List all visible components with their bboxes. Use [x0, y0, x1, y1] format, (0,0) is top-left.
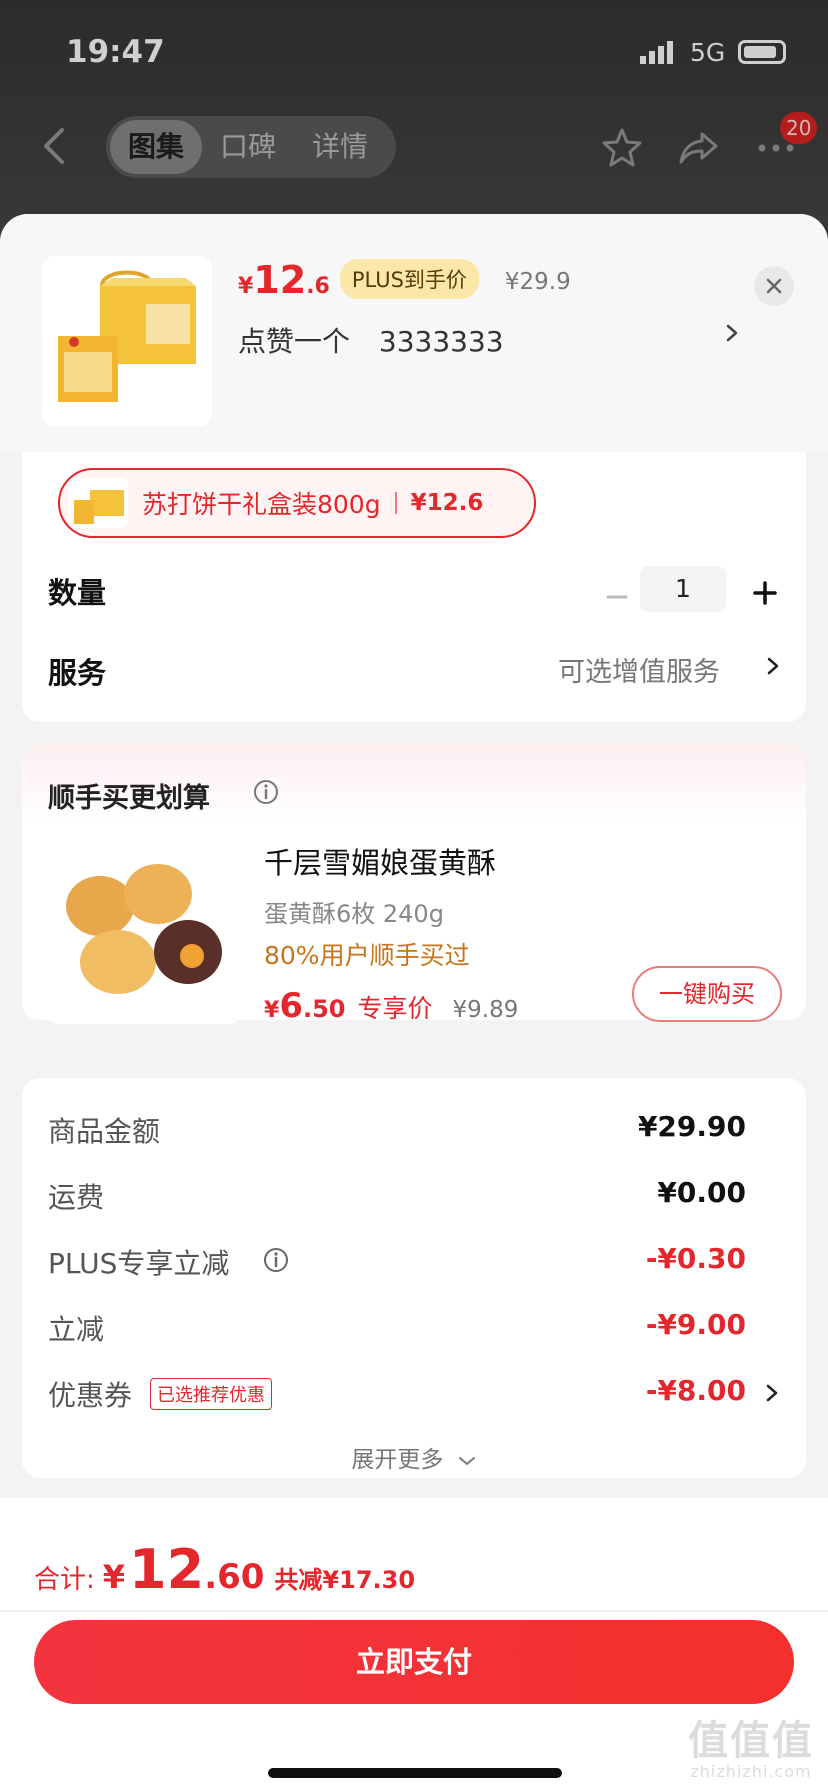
watermark-site: zhizhizhi.com — [690, 1762, 812, 1781]
addon-title: 顺手买更划算 — [48, 783, 210, 814]
battery-icon — [738, 40, 786, 64]
plus-price-badge: PLUS到手价 — [339, 259, 479, 299]
addon-product-image[interactable] — [48, 834, 238, 1024]
price-row: ¥12.6 PLUS到手价 ¥29.9 — [238, 258, 571, 305]
addon-price-currency: ¥ — [264, 998, 280, 1023]
product-thumbnail — [42, 256, 212, 426]
total-label: 合计: — [34, 1565, 95, 1595]
share-icon[interactable] — [676, 126, 720, 170]
price-currency: ¥ — [238, 274, 254, 299]
tab-reviews[interactable]: 口碑 — [202, 120, 294, 174]
summary-label: 优惠券 — [48, 1379, 133, 1412]
sku-chip-price: ¥12.6 — [410, 490, 484, 516]
selected-sku-chip[interactable]: 苏打饼干礼盒装800g ¥12.6 — [58, 468, 536, 538]
summary-label: PLUS专享立减 — [48, 1247, 230, 1280]
spec-prefix: 点赞一个 — [238, 325, 351, 358]
sku-chip-name: 苏打饼干礼盒装800g — [142, 490, 381, 519]
price-integer: 12 — [253, 258, 307, 302]
service-value[interactable]: 可选增值服务 — [558, 650, 720, 689]
message-badge: 20 — [780, 112, 818, 144]
divider — [394, 492, 397, 514]
coupon-row[interactable]: 优惠券 已选推荐优惠 -¥8.00 — [48, 1374, 780, 1414]
signal-icon — [640, 41, 673, 64]
addon-original-price: ¥9.89 — [452, 997, 519, 1023]
addon-price-integer: 6 — [279, 986, 303, 1026]
top-nav: 图集 口碑 详情 20 — [0, 112, 828, 182]
quantity-input[interactable]: 1 — [640, 566, 726, 612]
addon-social-proof: 80%用户顺手买过 — [264, 941, 470, 970]
service-label: 服务 — [48, 656, 107, 690]
minus-icon[interactable] — [602, 582, 632, 612]
total-saving: 共减¥17.30 — [274, 1566, 416, 1594]
summary-value: ¥29.90 — [637, 1110, 746, 1143]
pay-now-button[interactable]: 立即支付 — [34, 1620, 794, 1704]
watermark: 值值值 zhizhizhi.com — [676, 1708, 826, 1792]
spec-card: 苏打饼干礼盒装800g ¥12.6 数量 1 服务 可选增值服务 — [22, 452, 806, 722]
plus-icon[interactable] — [750, 578, 780, 608]
addon-card: 顺手买更划算 千层雪媚娘蛋黄酥 蛋黄酥6枚 240g 80%用户顺手买过 ¥6.… — [22, 744, 806, 1026]
summary-value: -¥8.00 — [645, 1374, 746, 1407]
summary-label: 立减 — [48, 1313, 105, 1346]
summary-value: ¥0.00 — [657, 1176, 746, 1209]
spec-value: 3333333 — [378, 325, 504, 358]
summary-label: 运费 — [48, 1181, 105, 1214]
expand-more-button[interactable]: 展开更多 — [22, 1440, 806, 1474]
chevron-right-icon[interactable] — [722, 318, 742, 348]
purchase-sheet: ¥12.6 PLUS到手价 ¥29.9 点赞一个 3333333 苏打饼干礼盒装… — [0, 214, 828, 1792]
total-decimal: .60 — [204, 1557, 265, 1597]
total-integer: 12 — [129, 1538, 205, 1601]
addon-price-row: ¥6.50 专享价 ¥9.89 — [264, 986, 518, 1026]
summary-row: 商品金额 ¥29.90 — [48, 1110, 780, 1150]
info-icon[interactable] — [262, 1246, 290, 1274]
summary-value: -¥0.30 — [645, 1242, 746, 1275]
status-bar: 19:47 5G — [0, 0, 828, 100]
product-image — [42, 256, 212, 426]
summary-row: 运费 ¥0.00 — [48, 1176, 780, 1216]
total-currency: ¥ — [102, 1558, 126, 1596]
summary-label: 商品金额 — [48, 1115, 161, 1148]
addon-price-tag: 专享价 — [357, 994, 433, 1023]
summary-row: PLUS专享立减 -¥0.30 — [48, 1242, 780, 1282]
divider — [0, 1610, 828, 1612]
nav-tabs: 图集 口碑 详情 — [106, 116, 396, 178]
total-row: 合计: ¥ 12 .60 共减¥17.30 — [34, 1538, 415, 1601]
back-icon[interactable] — [36, 124, 76, 168]
checkout-footer: 合计: ¥ 12 .60 共减¥17.30 立即支付 值值值 zhizhizhi… — [0, 1498, 828, 1792]
price-decimal: .6 — [306, 274, 330, 299]
sku-chip-thumbnail — [68, 478, 128, 528]
sku-header: ¥12.6 PLUS到手价 ¥29.9 点赞一个 3333333 — [0, 214, 828, 452]
home-indicator[interactable] — [268, 1768, 562, 1778]
watermark-glyphs: 值值值 — [688, 1718, 814, 1764]
addon-product-spec: 蛋黄酥6枚 240g — [264, 900, 444, 928]
summary-row: 立减 -¥9.00 — [48, 1308, 780, 1348]
star-icon[interactable] — [600, 126, 644, 170]
quantity-label: 数量 — [48, 576, 107, 610]
addon-price-decimal: .50 — [302, 995, 346, 1023]
current-price: ¥12.6 — [238, 258, 330, 302]
selected-spec[interactable]: 点赞一个 3333333 — [238, 320, 504, 360]
info-icon[interactable] — [252, 778, 280, 806]
close-icon — [766, 278, 782, 294]
summary-value: -¥9.00 — [645, 1308, 746, 1341]
chevron-down-icon — [458, 1456, 475, 1465]
order-summary-card: 商品金额 ¥29.90 运费 ¥0.00 PLUS专享立减 -¥0.30 立减 … — [22, 1078, 806, 1478]
original-price: ¥29.9 — [504, 269, 571, 295]
close-button[interactable] — [754, 266, 794, 306]
network-type: 5G — [690, 38, 726, 67]
addon-product-name[interactable]: 千层雪媚娘蛋黄酥 — [264, 840, 496, 882]
chevron-right-icon[interactable] — [764, 652, 782, 680]
tab-details[interactable]: 详情 — [294, 120, 386, 174]
expand-more-label: 展开更多 — [351, 1447, 444, 1473]
status-time: 19:47 — [66, 34, 165, 70]
one-click-buy-button[interactable]: 一键购买 — [632, 966, 782, 1022]
tab-gallery[interactable]: 图集 — [110, 120, 203, 174]
chevron-right-icon[interactable] — [764, 1380, 780, 1406]
coupon-tag: 已选推荐优惠 — [150, 1378, 272, 1410]
